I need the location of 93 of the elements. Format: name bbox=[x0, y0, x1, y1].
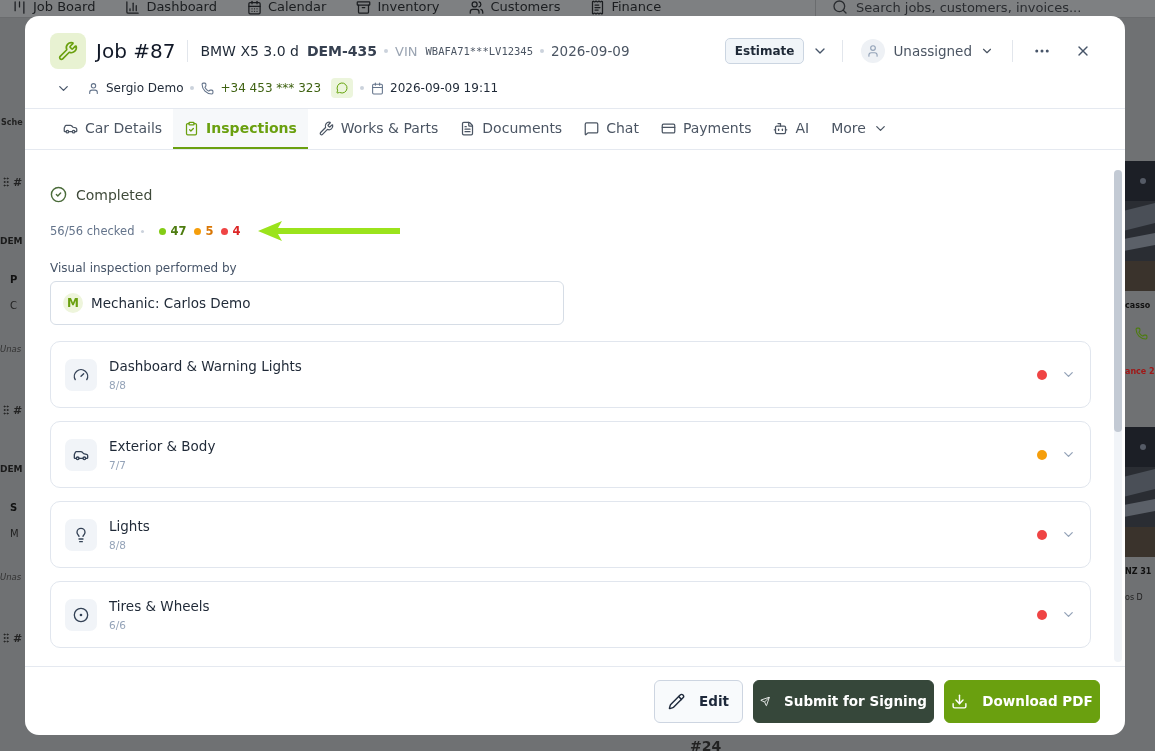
phone-icon bbox=[201, 81, 215, 95]
vin-number: WBAFA71***LV12345 bbox=[425, 45, 533, 57]
job-title: Job #87 bbox=[96, 39, 176, 63]
tab[interactable]: Payments bbox=[649, 109, 763, 149]
job-number: # bbox=[13, 632, 23, 647]
inspection-status: Completed bbox=[76, 186, 153, 203]
initial-avatar: M bbox=[63, 293, 83, 313]
nav-item[interactable]: Calendar bbox=[234, 0, 345, 15]
tab[interactable]: Chat bbox=[573, 109, 650, 149]
card-text: M bbox=[9, 528, 19, 541]
vehicle-name: BMW X5 3.0 d bbox=[200, 43, 299, 59]
phone-number[interactable]: +34 453 *** 323 bbox=[220, 81, 322, 95]
section-count: 6/6 bbox=[109, 619, 127, 631]
wrench-icon bbox=[318, 120, 334, 136]
card-text: S bbox=[9, 502, 18, 515]
section-count: 7/7 bbox=[109, 459, 127, 471]
card-text: casso bbox=[1125, 301, 1151, 312]
card-text: ance 2 bbox=[1125, 367, 1155, 378]
vin-label: VIN bbox=[395, 43, 418, 59]
tab[interactable]: Works & Parts bbox=[307, 109, 450, 149]
chat-bubble-icon[interactable] bbox=[331, 78, 354, 98]
scrollbar-thumb[interactable] bbox=[1114, 170, 1122, 432]
document-icon bbox=[460, 120, 476, 136]
pencil-icon bbox=[668, 692, 685, 710]
wrench-icon bbox=[50, 33, 86, 69]
job-number: # bbox=[13, 176, 23, 191]
nav-item[interactable]: Job Board bbox=[0, 0, 114, 15]
calendar-icon bbox=[246, 0, 262, 15]
result-count: 47 bbox=[170, 224, 187, 238]
job-number: # bbox=[13, 404, 23, 419]
receipt-icon bbox=[590, 0, 606, 15]
grip-icon[interactable] bbox=[0, 404, 12, 416]
section-title: Tires & Wheels bbox=[109, 598, 210, 614]
card-text: P bbox=[9, 274, 18, 287]
status-button[interactable]: Estimate bbox=[724, 38, 805, 64]
field-label: Visual inspection performed by bbox=[50, 261, 238, 275]
tab[interactable]: AI bbox=[762, 109, 821, 149]
grip-icon[interactable] bbox=[0, 176, 12, 188]
card-text: Unas bbox=[0, 571, 22, 584]
inspection-section[interactable]: Dashboard & Warning Lights 8/8 bbox=[50, 341, 1091, 408]
lightbulb-icon bbox=[65, 518, 97, 551]
performer-field[interactable]: M Mechanic: Carlos Demo bbox=[50, 281, 564, 325]
card-text: DEM bbox=[0, 235, 23, 248]
card-text: Unas bbox=[0, 343, 22, 356]
assignee-dropdown[interactable]: Unassigned bbox=[855, 39, 1000, 63]
gauge-icon bbox=[65, 358, 97, 391]
nav-item[interactable]: Inventory bbox=[344, 0, 458, 15]
card-text: os D bbox=[1125, 593, 1143, 604]
section-title: Lights bbox=[109, 518, 150, 534]
customer-name: Sergio Demo bbox=[106, 81, 184, 95]
kanban-icon bbox=[12, 0, 27, 15]
download-icon bbox=[951, 692, 969, 710]
section-title: Dashboard & Warning Lights bbox=[109, 358, 302, 374]
tab[interactable]: Car Details bbox=[52, 109, 174, 149]
job-number: #24 bbox=[690, 738, 722, 751]
inspection-section[interactable]: Lights 8/8 bbox=[50, 501, 1091, 568]
card-text: C bbox=[9, 300, 17, 313]
user-icon bbox=[87, 81, 100, 95]
action-button[interactable]: Submit for Signing bbox=[753, 679, 934, 723]
inspection-section[interactable]: Tires & Wheels 6/6 bbox=[50, 581, 1091, 648]
user-icon bbox=[861, 39, 886, 63]
bar-chart-icon bbox=[125, 0, 141, 15]
archive-icon bbox=[356, 0, 372, 15]
clipboard-check-icon bbox=[184, 120, 200, 136]
checked-count: 56/56 checked bbox=[50, 224, 135, 238]
wheel-icon bbox=[65, 598, 97, 631]
section-count: 8/8 bbox=[109, 539, 127, 551]
appointment-time: 2026-09-09 19:11 bbox=[390, 81, 499, 95]
inspection-section[interactable]: Exterior & Body 7/7 bbox=[50, 421, 1091, 488]
nav-item[interactable]: Finance bbox=[578, 0, 680, 15]
chat-icon bbox=[584, 120, 600, 136]
card-text: Sche bbox=[0, 118, 23, 129]
check-circle-icon bbox=[50, 186, 67, 203]
robot-icon bbox=[773, 120, 789, 136]
car-icon bbox=[65, 438, 97, 471]
action-button[interactable]: Edit bbox=[654, 679, 743, 723]
credit-card-icon bbox=[660, 120, 676, 136]
section-title: Exterior & Body bbox=[109, 438, 216, 454]
result-count: 5 bbox=[205, 224, 214, 238]
grip-icon[interactable] bbox=[0, 632, 12, 644]
section-count: 8/8 bbox=[109, 379, 127, 391]
card-text: DEM bbox=[0, 463, 23, 476]
license-plate: DEM-435 bbox=[306, 43, 378, 59]
users-icon bbox=[469, 0, 485, 15]
card-text: NZ 31 bbox=[1125, 567, 1152, 578]
nav-item[interactable]: Dashboard bbox=[113, 0, 235, 15]
search-icon bbox=[832, 0, 848, 15]
job-date: 2026-09-09 bbox=[551, 43, 630, 59]
tab[interactable]: More bbox=[820, 109, 899, 149]
result-count: 4 bbox=[232, 224, 241, 238]
calendar-icon bbox=[371, 81, 385, 95]
nav-item[interactable]: Customers bbox=[457, 0, 579, 15]
tab[interactable]: Documents bbox=[449, 109, 574, 149]
